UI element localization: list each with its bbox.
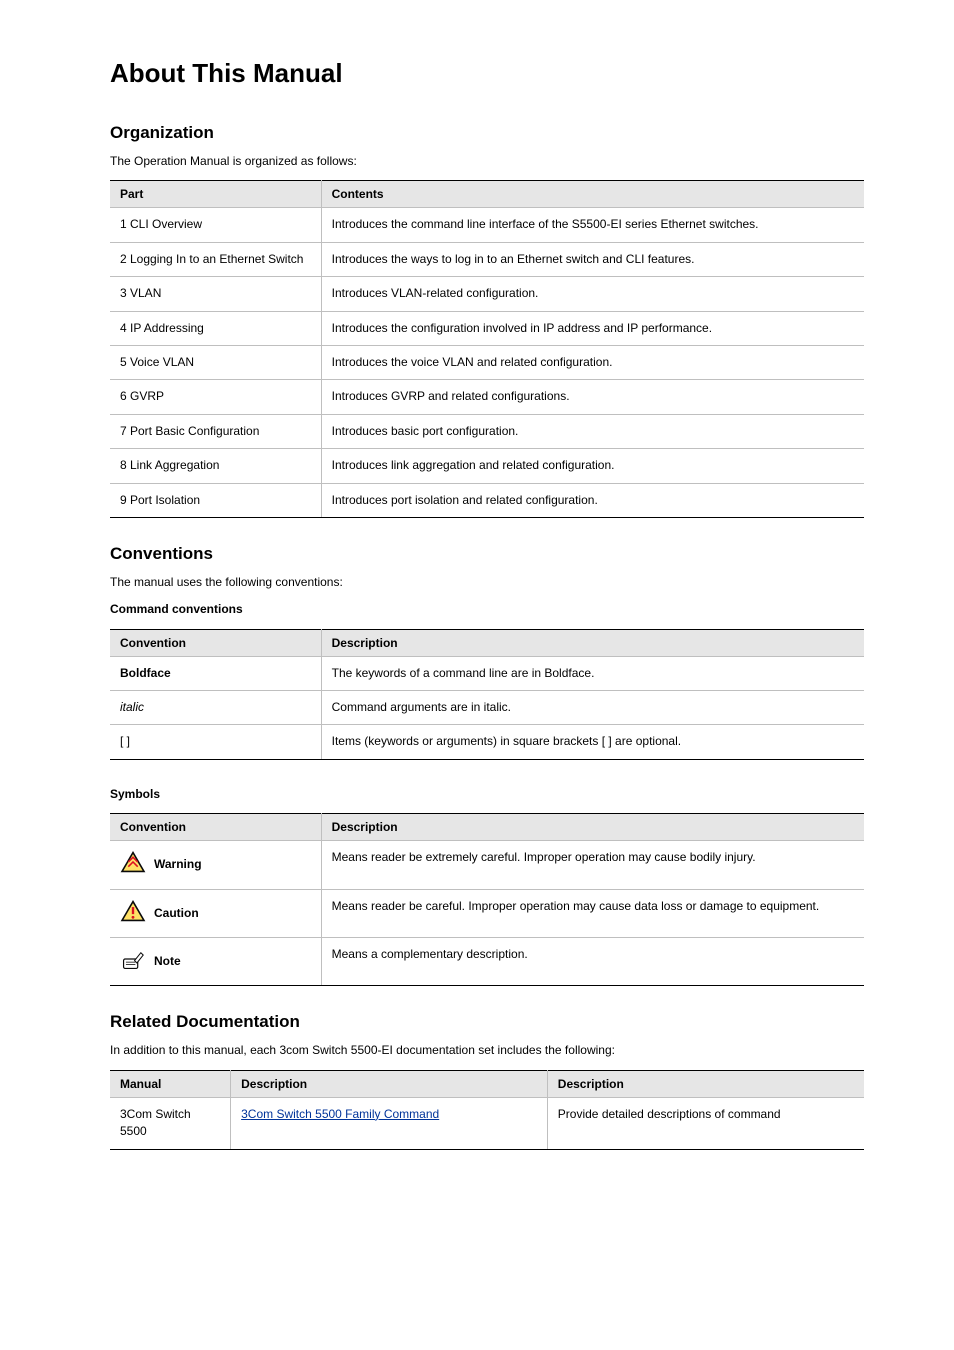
col-header-convention: Convention — [110, 814, 321, 841]
cell-contents: Introduces port isolation and related co… — [321, 483, 864, 517]
symbol-label: Warning — [154, 856, 202, 873]
symbol-label: Note — [154, 953, 181, 970]
organization-lead: The Operation Manual is organized as fol… — [110, 153, 864, 170]
col-header-part: Part — [110, 181, 321, 208]
cell-convention: italic — [110, 691, 321, 725]
note-icon — [120, 948, 146, 975]
table-row: 2 Logging In to an Ethernet SwitchIntrod… — [110, 242, 864, 276]
col-header-manual: Manual — [110, 1070, 231, 1097]
table-header-row: Convention Description — [110, 814, 864, 841]
table-row: 7 Port Basic ConfigurationIntroduces bas… — [110, 414, 864, 448]
cell-contents: Introduces the voice VLAN and related co… — [321, 345, 864, 379]
cell-desc: Provide detailed descriptions of command — [547, 1097, 864, 1149]
cmd-conventions-heading: Command conventions — [110, 601, 864, 618]
table-header-row: Convention Description — [110, 629, 864, 656]
related-heading: Related Documentation — [110, 1012, 864, 1032]
table-row: Caution Means reader be careful. Imprope… — [110, 889, 864, 937]
cell-contents: Introduces VLAN-related configuration. — [321, 277, 864, 311]
col-header-description: Description — [321, 629, 864, 656]
cell-description: The keywords of a command line are in Bo… — [321, 656, 864, 690]
cell-description: Command arguments are in italic. — [321, 691, 864, 725]
cell-description: Items (keywords or arguments) in square … — [321, 725, 864, 759]
cell-part: 6 GVRP — [110, 380, 321, 414]
cell-convention: [ ] — [110, 725, 321, 759]
cell-contents: Introduces basic port configuration. — [321, 414, 864, 448]
table-row: 1 CLI OverviewIntroduces the command lin… — [110, 208, 864, 242]
cell-convention: Note — [110, 938, 321, 986]
cell-part: 7 Port Basic Configuration — [110, 414, 321, 448]
symbols-table: Convention Description Warning — [110, 813, 864, 986]
related-table: Manual Description Description 3Com Swit… — [110, 1070, 864, 1150]
cell-part: 5 Voice VLAN — [110, 345, 321, 379]
col-header-description: Description — [321, 814, 864, 841]
cell-part: 8 Link Aggregation — [110, 449, 321, 483]
conventions-heading: Conventions — [110, 544, 864, 564]
cell-convention: Warning — [110, 841, 321, 889]
table-row: 3 VLANIntroduces VLAN-related configurat… — [110, 277, 864, 311]
cell-contents: Introduces GVRP and related configuratio… — [321, 380, 864, 414]
table-row: Note Means a complementary description. — [110, 938, 864, 986]
cell-description: Means reader be extremely careful. Impro… — [321, 841, 864, 889]
col-header-desc1: Description — [231, 1070, 548, 1097]
warning-icon — [120, 851, 146, 878]
conventions-lead: The manual uses the following convention… — [110, 574, 864, 591]
cell-contents: Introduces the configuration involved in… — [321, 311, 864, 345]
cell-manual: 3Com Switch 5500 — [110, 1097, 231, 1149]
cell-convention: Boldface — [110, 656, 321, 690]
table-row: italic Command arguments are in italic. — [110, 691, 864, 725]
related-link[interactable]: 3Com Switch 5500 Family Command — [241, 1107, 439, 1121]
table-header-row: Part Contents — [110, 181, 864, 208]
table-row: [ ] Items (keywords or arguments) in squ… — [110, 725, 864, 759]
organization-table: Part Contents 1 CLI OverviewIntroduces t… — [110, 180, 864, 518]
symbol-label: Caution — [154, 905, 199, 922]
table-header-row: Manual Description Description — [110, 1070, 864, 1097]
cell-contents: Introduces link aggregation and related … — [321, 449, 864, 483]
cell-part: 3 VLAN — [110, 277, 321, 311]
table-row: Boldface The keywords of a command line … — [110, 656, 864, 690]
cmd-conventions-table: Convention Description Boldface The keyw… — [110, 629, 864, 760]
cell-part: 1 CLI Overview — [110, 208, 321, 242]
cell-part: 4 IP Addressing — [110, 311, 321, 345]
caution-icon — [120, 900, 146, 927]
page: About This Manual Organization The Opera… — [0, 0, 954, 1350]
cell-contents: Introduces the command line interface of… — [321, 208, 864, 242]
cell-part: 9 Port Isolation — [110, 483, 321, 517]
table-row: 4 IP AddressingIntroduces the configurat… — [110, 311, 864, 345]
col-header-contents: Contents — [321, 181, 864, 208]
cell-description: Means a complementary description. — [321, 938, 864, 986]
table-row: 6 GVRPIntroduces GVRP and related config… — [110, 380, 864, 414]
organization-heading: Organization — [110, 123, 864, 143]
document-title: About This Manual — [110, 58, 864, 89]
table-row: 9 Port IsolationIntroduces port isolatio… — [110, 483, 864, 517]
col-header-convention: Convention — [110, 629, 321, 656]
cell-contents: Introduces the ways to log in to an Ethe… — [321, 242, 864, 276]
cell-convention: Caution — [110, 889, 321, 937]
symbols-heading: Symbols — [110, 786, 864, 803]
table-row: 3Com Switch 5500 3Com Switch 5500 Family… — [110, 1097, 864, 1149]
table-row: 5 Voice VLANIntroduces the voice VLAN an… — [110, 345, 864, 379]
col-header-desc2: Description — [547, 1070, 864, 1097]
table-row: Warning Means reader be extremely carefu… — [110, 841, 864, 889]
cell-part: 2 Logging In to an Ethernet Switch — [110, 242, 321, 276]
table-row: 8 Link AggregationIntroduces link aggreg… — [110, 449, 864, 483]
related-lead: In addition to this manual, each 3com Sw… — [110, 1042, 864, 1059]
cell-description: Means reader be careful. Improper operat… — [321, 889, 864, 937]
cell-link: 3Com Switch 5500 Family Command — [231, 1097, 548, 1149]
